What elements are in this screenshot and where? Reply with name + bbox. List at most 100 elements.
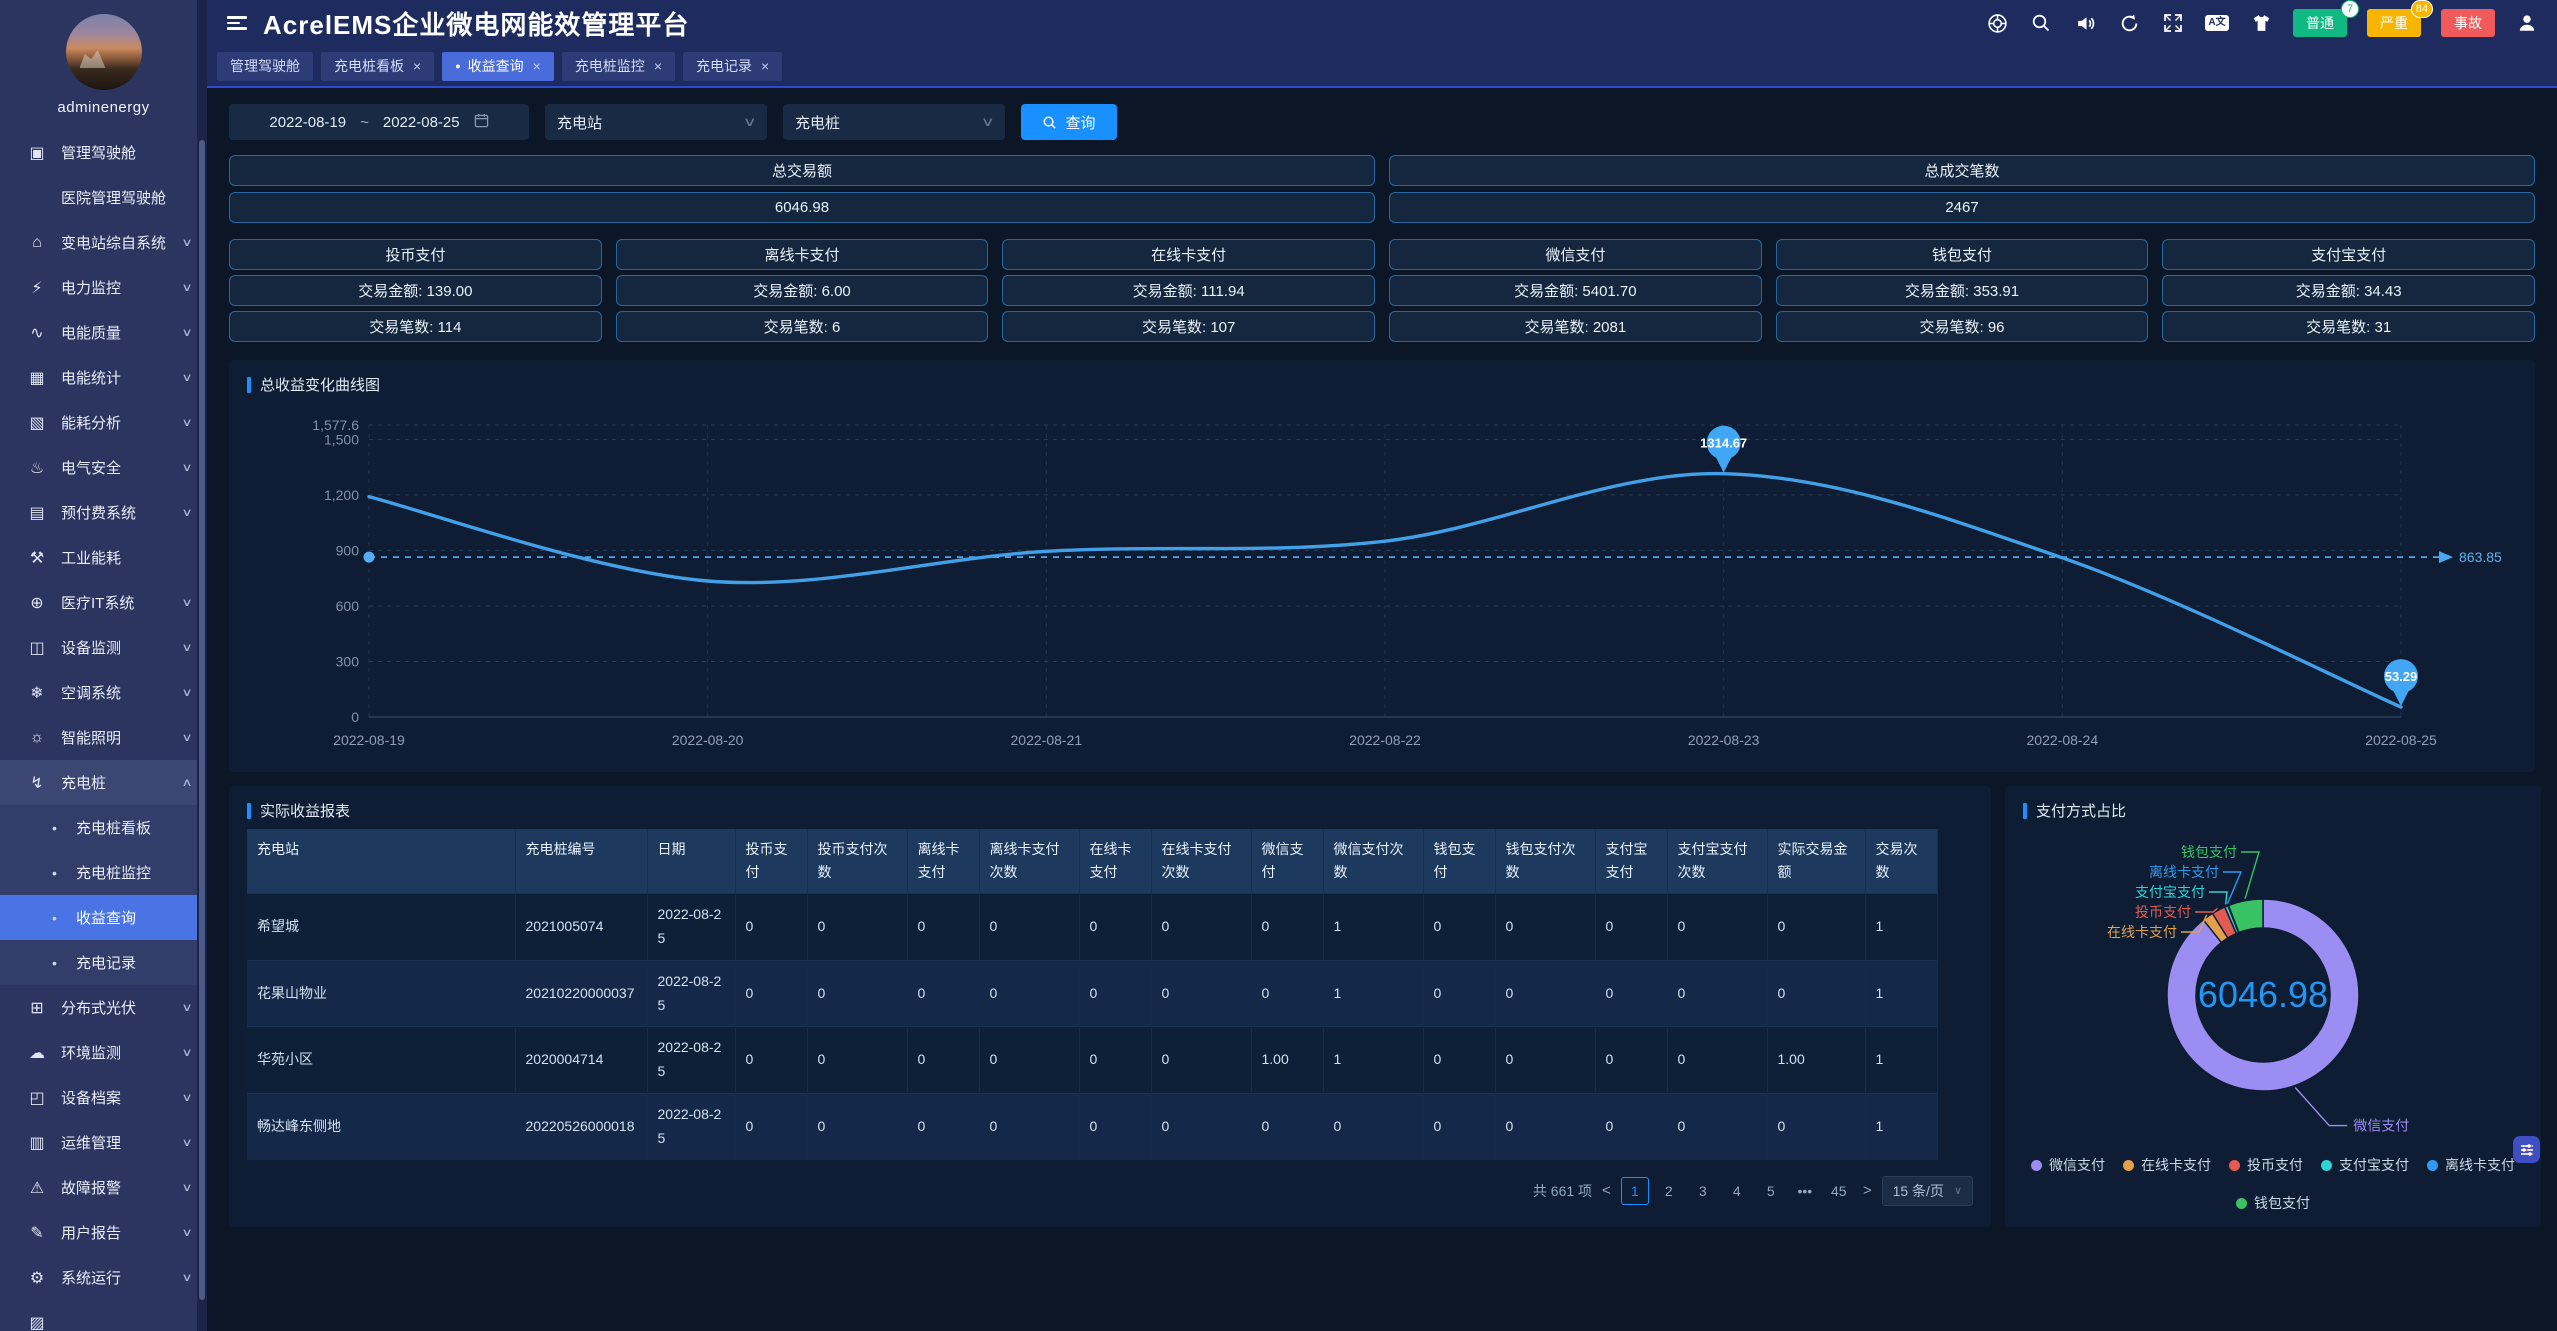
page-button-5[interactable]: 5 — [1757, 1177, 1785, 1205]
sidebar-item-electrical-safety[interactable]: ♨电气安全∨ — [0, 445, 207, 490]
legend-item-1[interactable]: 在线卡支付 — [2123, 1155, 2211, 1175]
table-row: 花果山物业202102200000372022-08-2500000001000… — [247, 960, 1937, 1027]
tab-0[interactable]: 管理驾驶舱 — [217, 52, 313, 81]
prev-page-button[interactable]: < — [1602, 1182, 1611, 1199]
sidebar-item-system-run[interactable]: ⚙系统运行∨ — [0, 1255, 207, 1300]
alarm-pill-2[interactable]: 事故 — [2441, 9, 2495, 37]
lifebuoy-icon[interactable] — [1985, 11, 2009, 35]
sidebar-item-environment[interactable]: ☁环境监测∨ — [0, 1030, 207, 1075]
table-cell: 0 — [979, 960, 1079, 1027]
date-range-picker[interactable]: 2022-08-19 ~ 2022-08-25 — [229, 104, 529, 140]
station-select-value: 充电站 — [557, 112, 602, 133]
chevron-up-icon: ∧ — [181, 776, 192, 789]
avatar[interactable] — [66, 14, 142, 90]
page-button-2[interactable]: 2 — [1655, 1177, 1683, 1205]
menu-toggle-icon[interactable] — [227, 16, 247, 30]
table-cell: 华苑小区 — [247, 1027, 515, 1094]
sidebar-item-power-monitor[interactable]: ⚡电力监控∨ — [0, 265, 207, 310]
date-start-input[interactable]: 2022-08-19 — [269, 114, 346, 131]
sidebar-item-prepaid[interactable]: ▤预付费系统∨ — [0, 490, 207, 535]
payment-card-2: 在线卡支付交易金额: 111.94交易笔数: 107 — [1002, 239, 1375, 342]
close-icon[interactable]: × — [761, 58, 769, 74]
sidebar-item-power-quality[interactable]: ∿电能质量∨ — [0, 310, 207, 355]
settings-fab[interactable] — [2513, 1136, 2540, 1163]
sidebar-item-lighting[interactable]: ☼智能照明∨ — [0, 715, 207, 760]
tab-2[interactable]: ●收益查询× — [442, 52, 554, 81]
page-button-4[interactable]: 4 — [1723, 1177, 1751, 1205]
table-cell: 0 — [979, 1027, 1079, 1094]
sidebar-item-device-monitor[interactable]: ◫设备监测∨ — [0, 625, 207, 670]
tab-4[interactable]: 充电记录× — [683, 52, 782, 81]
fault-alarm-icon: ⚠ — [26, 1178, 48, 1198]
sidebar-item-energy-stats[interactable]: ▦电能统计∨ — [0, 355, 207, 400]
page-size-select[interactable]: 15 条/页 ∨ — [1882, 1176, 1973, 1206]
station-select[interactable]: 充电站 ∨ — [545, 104, 767, 140]
sidebar-item-medical-it[interactable]: ⊕医疗IT系统∨ — [0, 580, 207, 625]
sidebar-item-label: 电能质量 — [61, 322, 121, 343]
topbar: AcrelEMS企业微电网能效管理平台 A文普通7严重84事故 — [207, 0, 2557, 46]
search-icon[interactable] — [2029, 11, 2053, 35]
table-cell: 0 — [1079, 1093, 1151, 1159]
sidebar-item-charging-pile[interactable]: ↯充电桩∧ — [0, 760, 207, 805]
sidebar-item-energy-analysis[interactable]: ▧能耗分析∨ — [0, 400, 207, 445]
table-cell: 0 — [735, 894, 807, 961]
sidebar-item-label: 故障报警 — [61, 1177, 121, 1198]
legend-item-0[interactable]: 微信支付 — [2031, 1155, 2105, 1175]
legend-item-5[interactable]: 钱包支付 — [2236, 1193, 2310, 1213]
alarm-pill-1[interactable]: 严重84 — [2367, 9, 2421, 37]
payment-card-1: 离线卡支付交易金额: 6.00交易笔数: 6 — [616, 239, 989, 342]
refresh-icon[interactable] — [2117, 11, 2141, 35]
legend-item-4[interactable]: 离线卡支付 — [2427, 1155, 2515, 1175]
app-root: adminenergy ▣管理驾驶舱医院管理驾驶舱⌂变电站综自系统∨⚡电力监控∨… — [0, 0, 2557, 1331]
page-button-1[interactable]: 1 — [1621, 1177, 1649, 1205]
sidebar-item-substation[interactable]: ⌂变电站综自系统∨ — [0, 220, 207, 265]
date-end-input[interactable]: 2022-08-25 — [383, 114, 460, 131]
sidebar-item-industrial-energy[interactable]: ⚒工业能耗 — [0, 535, 207, 580]
sidebar-subitem-3[interactable]: •充电记录 — [0, 940, 207, 985]
table-cell: 1 — [1323, 1027, 1423, 1094]
close-icon[interactable]: × — [654, 58, 662, 74]
sidebar-subitem-2[interactable]: •收益查询 — [0, 895, 207, 940]
legend-item-3[interactable]: 支付宝支付 — [2321, 1155, 2409, 1175]
svg-text:1,200: 1,200 — [324, 487, 359, 503]
theme-icon[interactable] — [2249, 11, 2273, 35]
close-icon[interactable]: × — [413, 58, 421, 74]
sidebar-item-plain-1[interactable]: 医院管理驾驶舱 — [0, 175, 207, 220]
sidebar-item-ops-management[interactable]: ▥运维管理∨ — [0, 1120, 207, 1165]
sidebar-subitem-0[interactable]: •充电桩看板 — [0, 805, 207, 850]
sidebar-item-monitor[interactable]: ▣管理驾驶舱 — [0, 130, 207, 175]
sidebar-item-partial[interactable]: ▨ — [0, 1300, 207, 1331]
sidebar-item-device-archive[interactable]: ◰设备档案∨ — [0, 1075, 207, 1120]
sidebar-item-label: 预付费系统 — [61, 502, 136, 523]
next-page-button[interactable]: > — [1863, 1182, 1872, 1199]
search-button[interactable]: 查询 — [1021, 104, 1117, 140]
tab-1[interactable]: 充电桩看板× — [321, 52, 434, 81]
partial-icon: ▨ — [26, 1313, 48, 1331]
legend-item-2[interactable]: 投币支付 — [2229, 1155, 2303, 1175]
sidebar-item-hvac[interactable]: ❄空调系统∨ — [0, 670, 207, 715]
tabbar: 管理驾驶舱充电桩看板× ●收益查询× 充电桩监控× 充电记录× — [207, 46, 2557, 88]
translate-icon[interactable]: A文 — [2205, 11, 2229, 35]
pile-select[interactable]: 充电桩 ∨ — [783, 104, 1005, 140]
sidebar-scrollbar-thumb[interactable] — [199, 140, 205, 1300]
sidebar-subitem-label: 充电桩看板 — [76, 817, 151, 838]
sidebar-subitem-1[interactable]: •充电桩监控 — [0, 850, 207, 895]
table-cell: 0 — [1151, 1093, 1251, 1159]
donut-callout-label: 投币支付 — [2135, 904, 2191, 920]
sidebar-item-fault-alarm[interactable]: ⚠故障报警∨ — [0, 1165, 207, 1210]
calendar-icon[interactable] — [474, 113, 489, 132]
page-button-45[interactable]: 45 — [1825, 1177, 1853, 1205]
speaker-icon[interactable] — [2073, 11, 2097, 35]
payment-cards: 投币支付交易金额: 139.00交易笔数: 114离线卡支付交易金额: 6.00… — [229, 239, 2535, 342]
payment-share-panel: 支付方式占比 6046.98钱包支付离线卡支付支付宝支付投币支付在线卡支付微信支… — [2005, 786, 2541, 1227]
legend-swatch — [2236, 1198, 2247, 1209]
sidebar-item-user-report[interactable]: ✎用户报告∨ — [0, 1210, 207, 1255]
page-button-3[interactable]: 3 — [1689, 1177, 1717, 1205]
user-icon[interactable] — [2515, 11, 2539, 35]
chevron-down-icon: ∨ — [181, 326, 192, 339]
sidebar-item-solar[interactable]: ⊞分布式光伏∨ — [0, 985, 207, 1030]
fullscreen-icon[interactable] — [2161, 11, 2185, 35]
close-icon[interactable]: × — [533, 58, 541, 74]
tab-3[interactable]: 充电桩监控× — [562, 52, 675, 81]
alarm-pill-0[interactable]: 普通7 — [2293, 9, 2347, 37]
